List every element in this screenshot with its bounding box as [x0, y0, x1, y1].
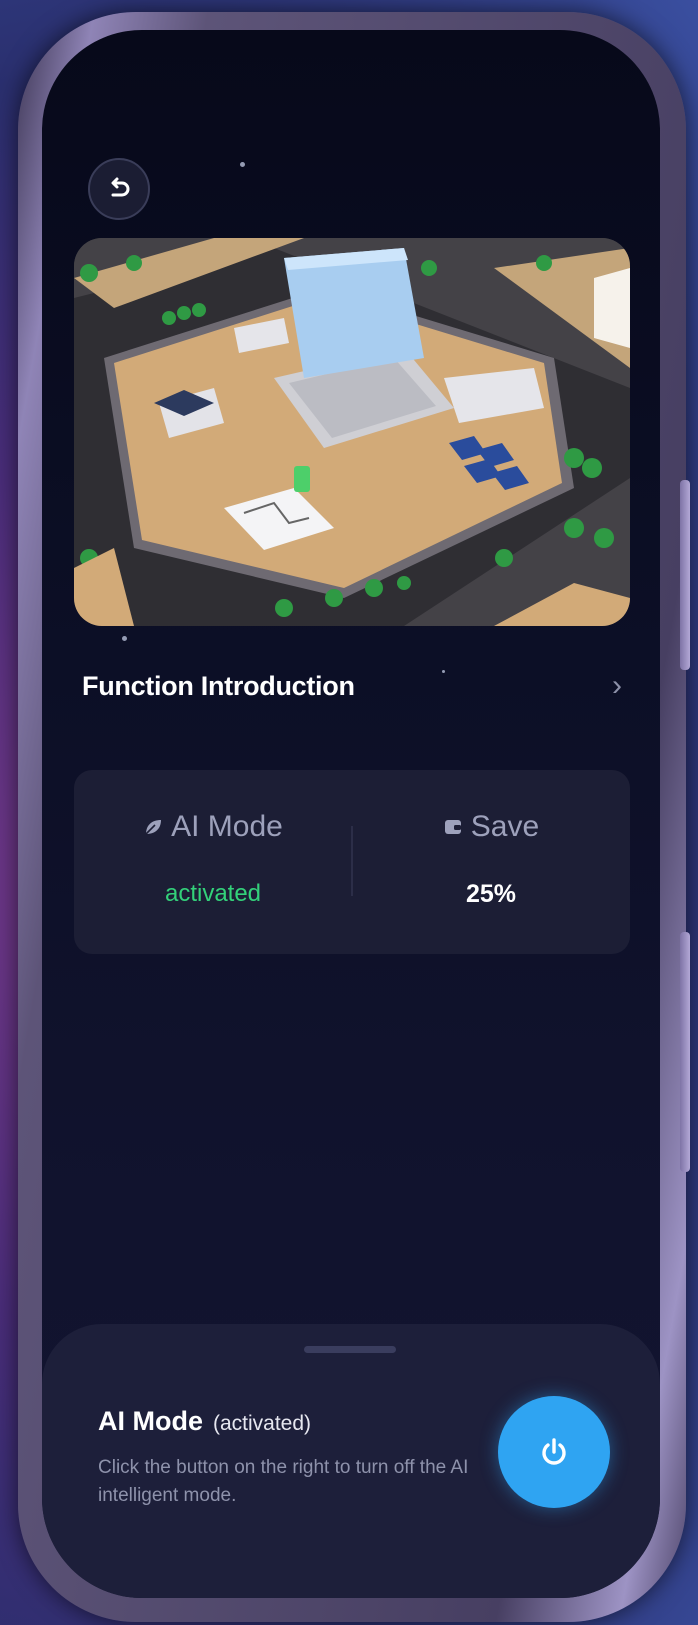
- side-button-volume: [680, 480, 690, 670]
- sheet-title-text: AI Mode: [98, 1406, 203, 1436]
- energy-campus-illustration: [74, 238, 630, 626]
- sheet-drag-handle[interactable]: [304, 1346, 396, 1353]
- ai-mode-value: activated: [164, 880, 262, 907]
- wallet-icon: [444, 820, 461, 834]
- chevron-right-icon: ›: [612, 669, 622, 702]
- ai-mode-label: AI Mode: [171, 810, 283, 843]
- save-label: Save: [470, 810, 540, 843]
- status-card: AI Mode activated Save 25%: [74, 770, 630, 954]
- phone-screen: Function Introduction › AI Mode activate…: [42, 30, 660, 1598]
- function-introduction-row[interactable]: Function Introduction ›: [82, 658, 622, 714]
- power-toggle-button[interactable]: [498, 1396, 610, 1508]
- sheet-description: Click the button on the right to turn of…: [98, 1457, 469, 1506]
- undo-icon: [111, 177, 130, 197]
- side-button-power: [680, 932, 690, 1172]
- ai-mode-stat: AI Mode activated: [74, 770, 352, 954]
- back-button[interactable]: [88, 158, 150, 220]
- ai-mode-sheet: AI Mode (activated) Click the button on t…: [42, 1324, 660, 1598]
- sheet-status: (activated): [213, 1412, 312, 1435]
- leaf-icon: [145, 820, 162, 835]
- power-icon: [542, 1438, 566, 1465]
- save-stat: Save 25%: [352, 770, 630, 954]
- sparkle-dot: [240, 162, 245, 167]
- save-value: 25%: [465, 880, 517, 908]
- hero-illustration: [74, 238, 630, 626]
- phone-frame: Function Introduction › AI Mode activate…: [18, 12, 690, 1622]
- function-introduction-title: Function Introduction: [82, 670, 355, 701]
- sheet-title: AI Mode (activated): [98, 1406, 311, 1437]
- sparkle-dot: [122, 636, 127, 641]
